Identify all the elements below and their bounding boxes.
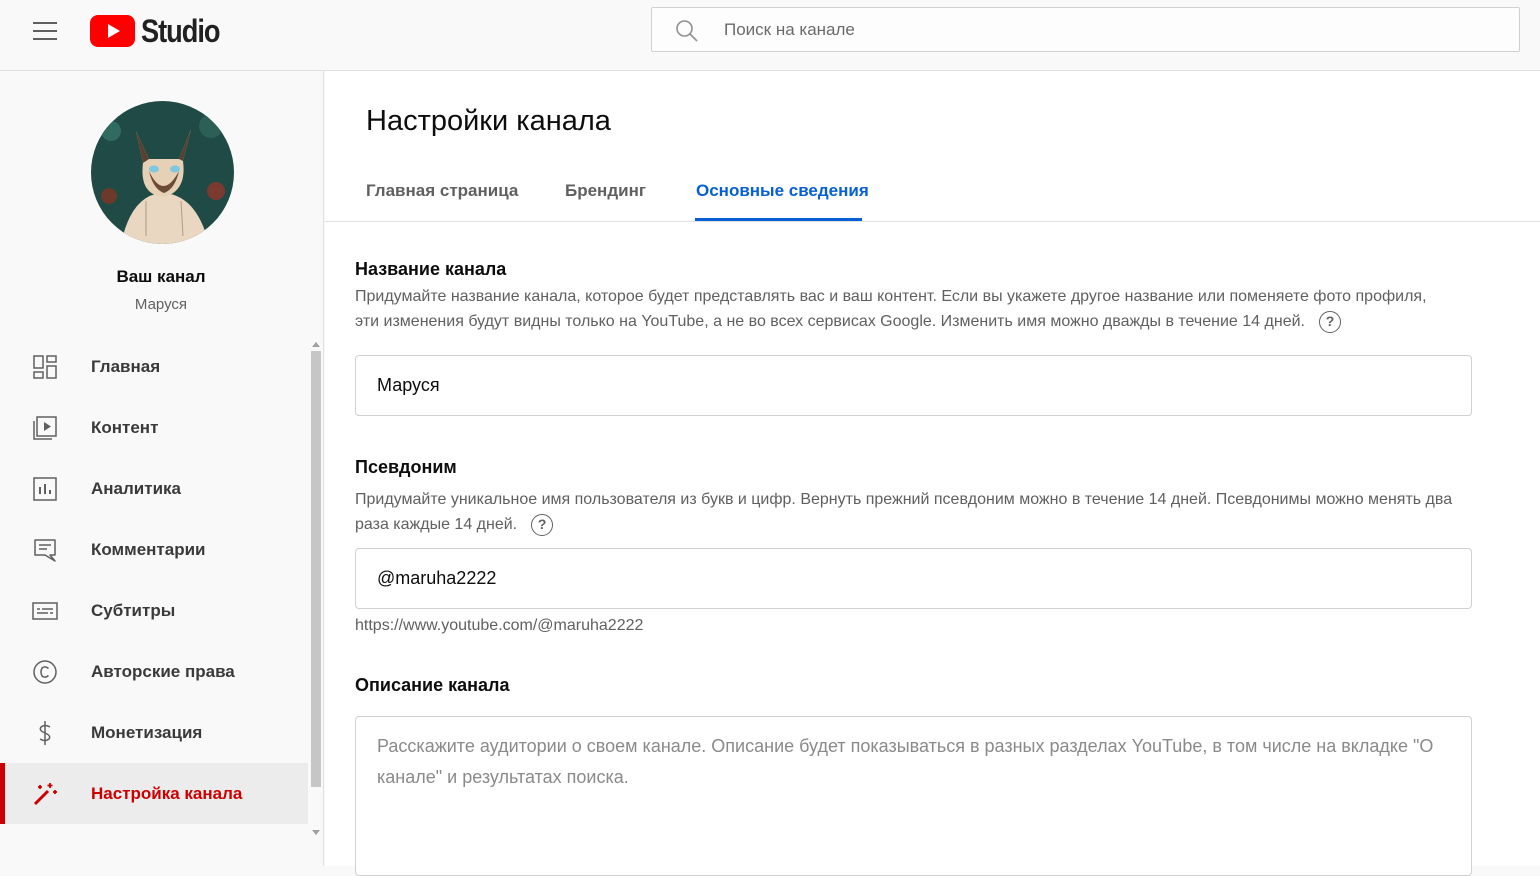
- customization-wand-icon: [33, 783, 57, 806]
- page-title: Настройки канала: [366, 105, 611, 137]
- channel-name-field[interactable]: [355, 355, 1472, 416]
- sidebar-nav: Главная Контент Аналитика Комментарии Су…: [0, 336, 308, 824]
- search-input[interactable]: [724, 8, 1484, 51]
- your-channel-title: Ваш канал: [116, 267, 206, 286]
- dashboard-icon: [33, 355, 57, 379]
- scroll-up-arrow[interactable]: [312, 342, 320, 347]
- sidebar-item-copyright[interactable]: Авторские права: [0, 641, 308, 702]
- sidebar-item-dashboard[interactable]: Главная: [0, 336, 308, 397]
- handle-description-text: Придумайте уникальное имя пользователя и…: [355, 491, 1453, 533]
- sidebar-item-label: Контент: [91, 417, 159, 437]
- sidebar-item-comments[interactable]: Комментарии: [0, 519, 308, 580]
- avatar[interactable]: [91, 101, 234, 244]
- handle-heading: Псевдоним: [355, 457, 457, 477]
- tab-home-page[interactable]: Главная страница: [366, 181, 518, 201]
- help-icon[interactable]: ?: [531, 513, 554, 536]
- sidebar-item-label: Монетизация: [91, 722, 203, 742]
- sidebar-item-label: Субтитры: [91, 600, 176, 620]
- sidebar-item-label: Настройка канала: [91, 783, 243, 803]
- sidebar-item-analytics[interactable]: Аналитика: [0, 458, 308, 519]
- channel-name: Маруся: [134, 296, 188, 313]
- content-icon: [33, 416, 57, 440]
- youtube-studio-logo[interactable]: Studio: [90, 12, 233, 49]
- cat-avatar-image: [91, 101, 234, 244]
- handle-input[interactable]: [377, 549, 1447, 608]
- sidebar: Ваш канал Маруся Главная Контент Аналити…: [0, 71, 324, 866]
- channel-name-heading: Название канала: [355, 259, 507, 279]
- sidebar-item-content[interactable]: Контент: [0, 397, 308, 458]
- channel-description-heading: Описание канала: [355, 675, 510, 695]
- sidebar-item-subtitles[interactable]: Субтитры: [0, 580, 308, 641]
- hamburger-menu-icon[interactable]: [26, 16, 64, 46]
- search-box[interactable]: [651, 7, 1520, 52]
- top-header: Studio: [0, 0, 1540, 71]
- monetization-icon: [39, 721, 51, 745]
- sidebar-item-label: Авторские права: [91, 661, 235, 681]
- comments-icon: [34, 539, 56, 562]
- copyright-icon: [33, 660, 57, 684]
- channel-description-field[interactable]: [355, 716, 1472, 876]
- sidebar-item-customization[interactable]: Настройка канала: [0, 763, 308, 824]
- channel-name-description-text: Придумайте название канала, которое буде…: [355, 288, 1427, 330]
- sidebar-item-label: Главная: [91, 356, 161, 376]
- active-tab-indicator: [695, 218, 862, 221]
- handle-field[interactable]: [355, 548, 1472, 609]
- tab-branding[interactable]: Брендинг: [565, 181, 646, 201]
- sidebar-item-label: Комментарии: [91, 539, 206, 559]
- channel-name-description: Придумайте название канала, которое буде…: [355, 284, 1455, 334]
- main-content: Настройки канала Главная страница Бренди…: [325, 71, 1540, 876]
- sidebar-item-monetization[interactable]: Монетизация: [0, 702, 308, 763]
- tab-basic-info[interactable]: Основные сведения: [696, 181, 869, 201]
- analytics-icon: [33, 477, 57, 501]
- channel-name-input[interactable]: [377, 356, 1447, 415]
- search-icon[interactable]: [674, 18, 700, 44]
- sidebar-scrollbar[interactable]: [311, 351, 321, 787]
- subtitles-icon: [32, 602, 58, 620]
- youtube-logo-icon: [90, 15, 135, 47]
- sidebar-item-label: Аналитика: [91, 478, 181, 498]
- settings-tabs: Главная страница Брендинг Основные сведе…: [325, 167, 1540, 222]
- help-icon[interactable]: ?: [1318, 310, 1341, 333]
- logo-text: Studio: [141, 12, 221, 49]
- handle-description: Придумайте уникальное имя пользователя и…: [355, 487, 1455, 537]
- channel-description-textarea[interactable]: [377, 731, 1447, 861]
- channel-url[interactable]: https://www.youtube.com/@maruha2222: [355, 617, 643, 635]
- scroll-down-arrow[interactable]: [312, 830, 320, 835]
